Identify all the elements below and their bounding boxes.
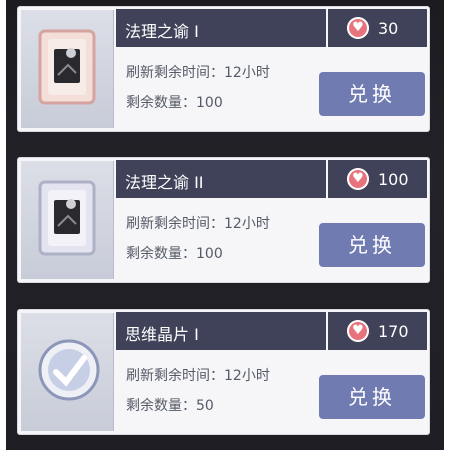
- refresh-time-line: 刷新剩余时间：12小时: [126, 216, 270, 232]
- shop-item-card: 法理之谕 II ♥ 100 刷新剩余时间：12小时 剩余数量：100 兑换: [18, 158, 429, 282]
- item-thumbnail: [21, 10, 114, 128]
- refresh-time-line: 刷新剩余时间：12小时: [126, 368, 270, 384]
- shop-item-card: 思维晶片 I ♥ 170 刷新剩余时间：12小时 剩余数量：50 兑换: [18, 310, 429, 434]
- shop-item-card: 法理之谕 I ♥ 30 刷新剩余时间：12小时 剩余数量：100 兑换: [18, 7, 429, 131]
- remaining-qty-line: 剩余数量：100: [126, 95, 223, 111]
- item-price: 30: [378, 19, 399, 38]
- exchange-button[interactable]: 兑换: [319, 72, 425, 116]
- item-name: 法理之谕 II: [125, 173, 204, 192]
- price-bar: ♥ 100: [328, 160, 427, 198]
- price-bar: ♥ 170: [328, 312, 427, 350]
- item-price: 100: [378, 170, 409, 189]
- item-title-bar: 法理之谕 I: [116, 9, 326, 47]
- exchange-button[interactable]: 兑换: [319, 223, 425, 267]
- remaining-qty-line: 剩余数量：100: [126, 246, 223, 262]
- item-name: 法理之谕 I: [125, 22, 199, 41]
- price-bar: ♥ 30: [328, 9, 427, 47]
- item-name: 思维晶片 I: [125, 325, 199, 344]
- item-thumbnail: [21, 313, 114, 431]
- tome-icon: [38, 180, 96, 256]
- refresh-time-line: 刷新剩余时间：12小时: [126, 65, 270, 81]
- heart-icon: ♥: [347, 168, 369, 190]
- item-thumbnail: [21, 161, 114, 279]
- heart-icon: ♥: [347, 320, 369, 342]
- item-price: 170: [378, 322, 409, 341]
- chip-icon: [38, 339, 100, 401]
- exchange-button[interactable]: 兑换: [319, 375, 425, 419]
- tome-icon: [38, 29, 96, 105]
- item-title-bar: 法理之谕 II: [116, 160, 326, 198]
- shop-screen: 法理之谕 I ♥ 30 刷新剩余时间：12小时 剩余数量：100 兑换 法理之谕…: [0, 0, 450, 450]
- remaining-qty-line: 剩余数量：50: [126, 398, 214, 414]
- heart-icon: ♥: [347, 17, 369, 39]
- item-title-bar: 思维晶片 I: [116, 312, 326, 350]
